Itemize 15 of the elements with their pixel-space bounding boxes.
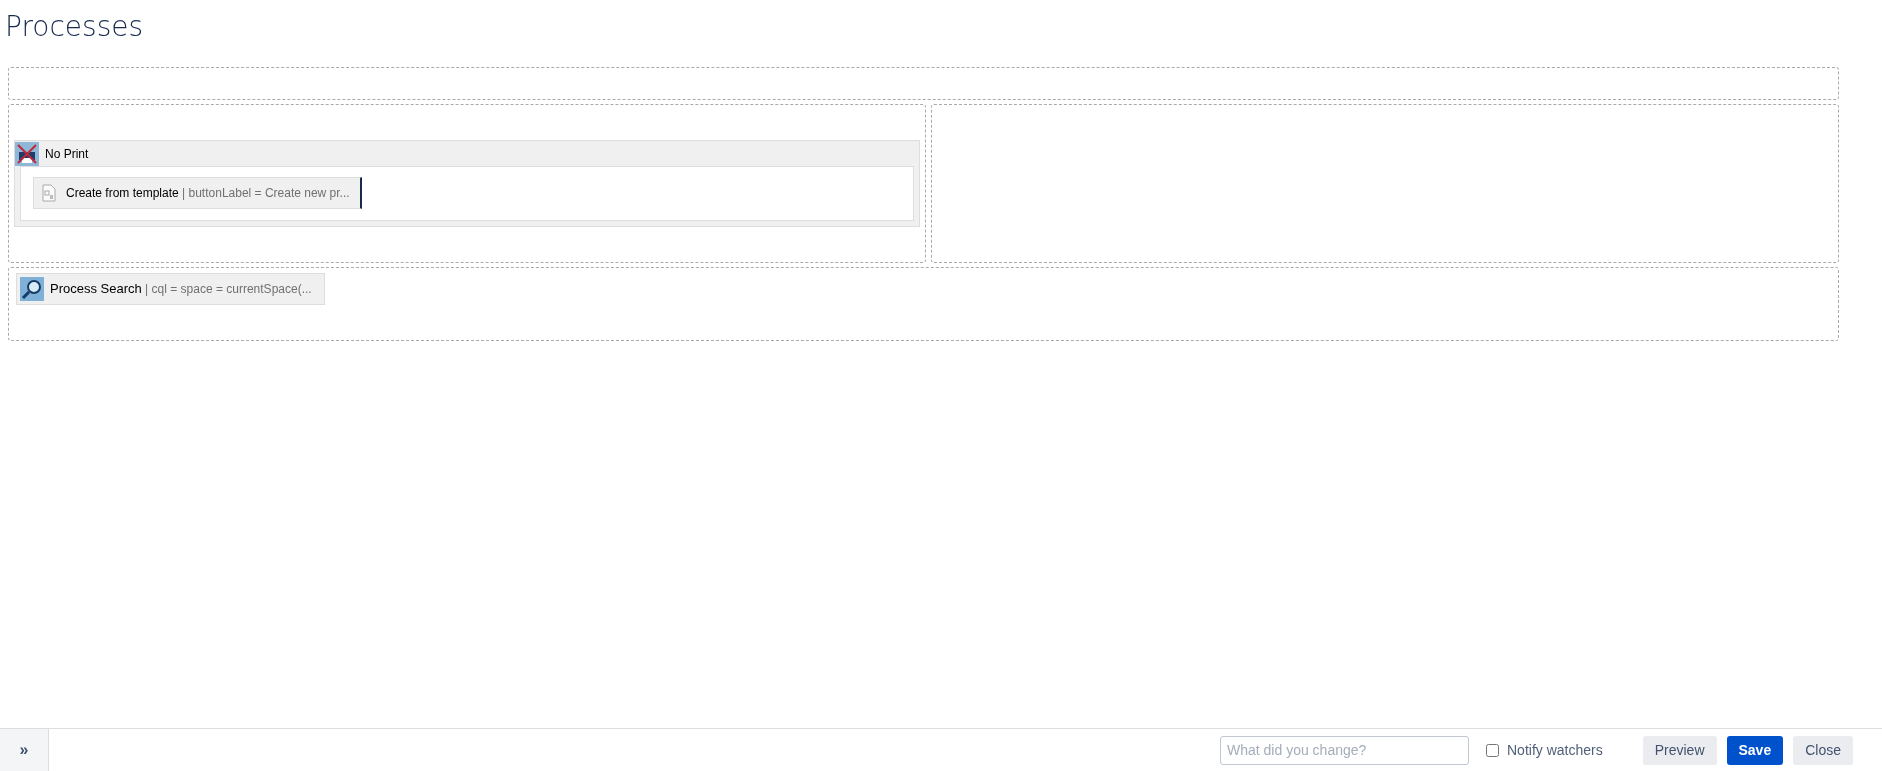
expand-toggle[interactable]: »: [0, 729, 49, 771]
macro-label: Process Search | cql = space = currentSpace(...: [50, 280, 312, 299]
macro-title: No Print: [45, 145, 89, 163]
notify-label: Notify watchers: [1507, 740, 1603, 760]
page-title: Processes: [5, 9, 144, 45]
toolbar-button[interactable]: Close: [1793, 735, 1853, 765]
macro-placeholder[interactable]: Create from template | buttonLabel = Create new pr...: [33, 177, 362, 209]
macro-label: Create from template | buttonLabel = Create new pr...: [66, 185, 350, 202]
document-icon: [42, 184, 56, 202]
notify-checkbox[interactable]: [1486, 743, 1499, 757]
comment-field[interactable]: What did you change?: [1220, 735, 1469, 765]
magnifier-icon: [20, 277, 44, 301]
save-button[interactable]: Save: [1726, 735, 1784, 765]
macro-placeholder[interactable]: Process Search | cql = space = currentSpace(...: [16, 273, 325, 305]
toolbar-button[interactable]: Preview: [1642, 735, 1717, 765]
